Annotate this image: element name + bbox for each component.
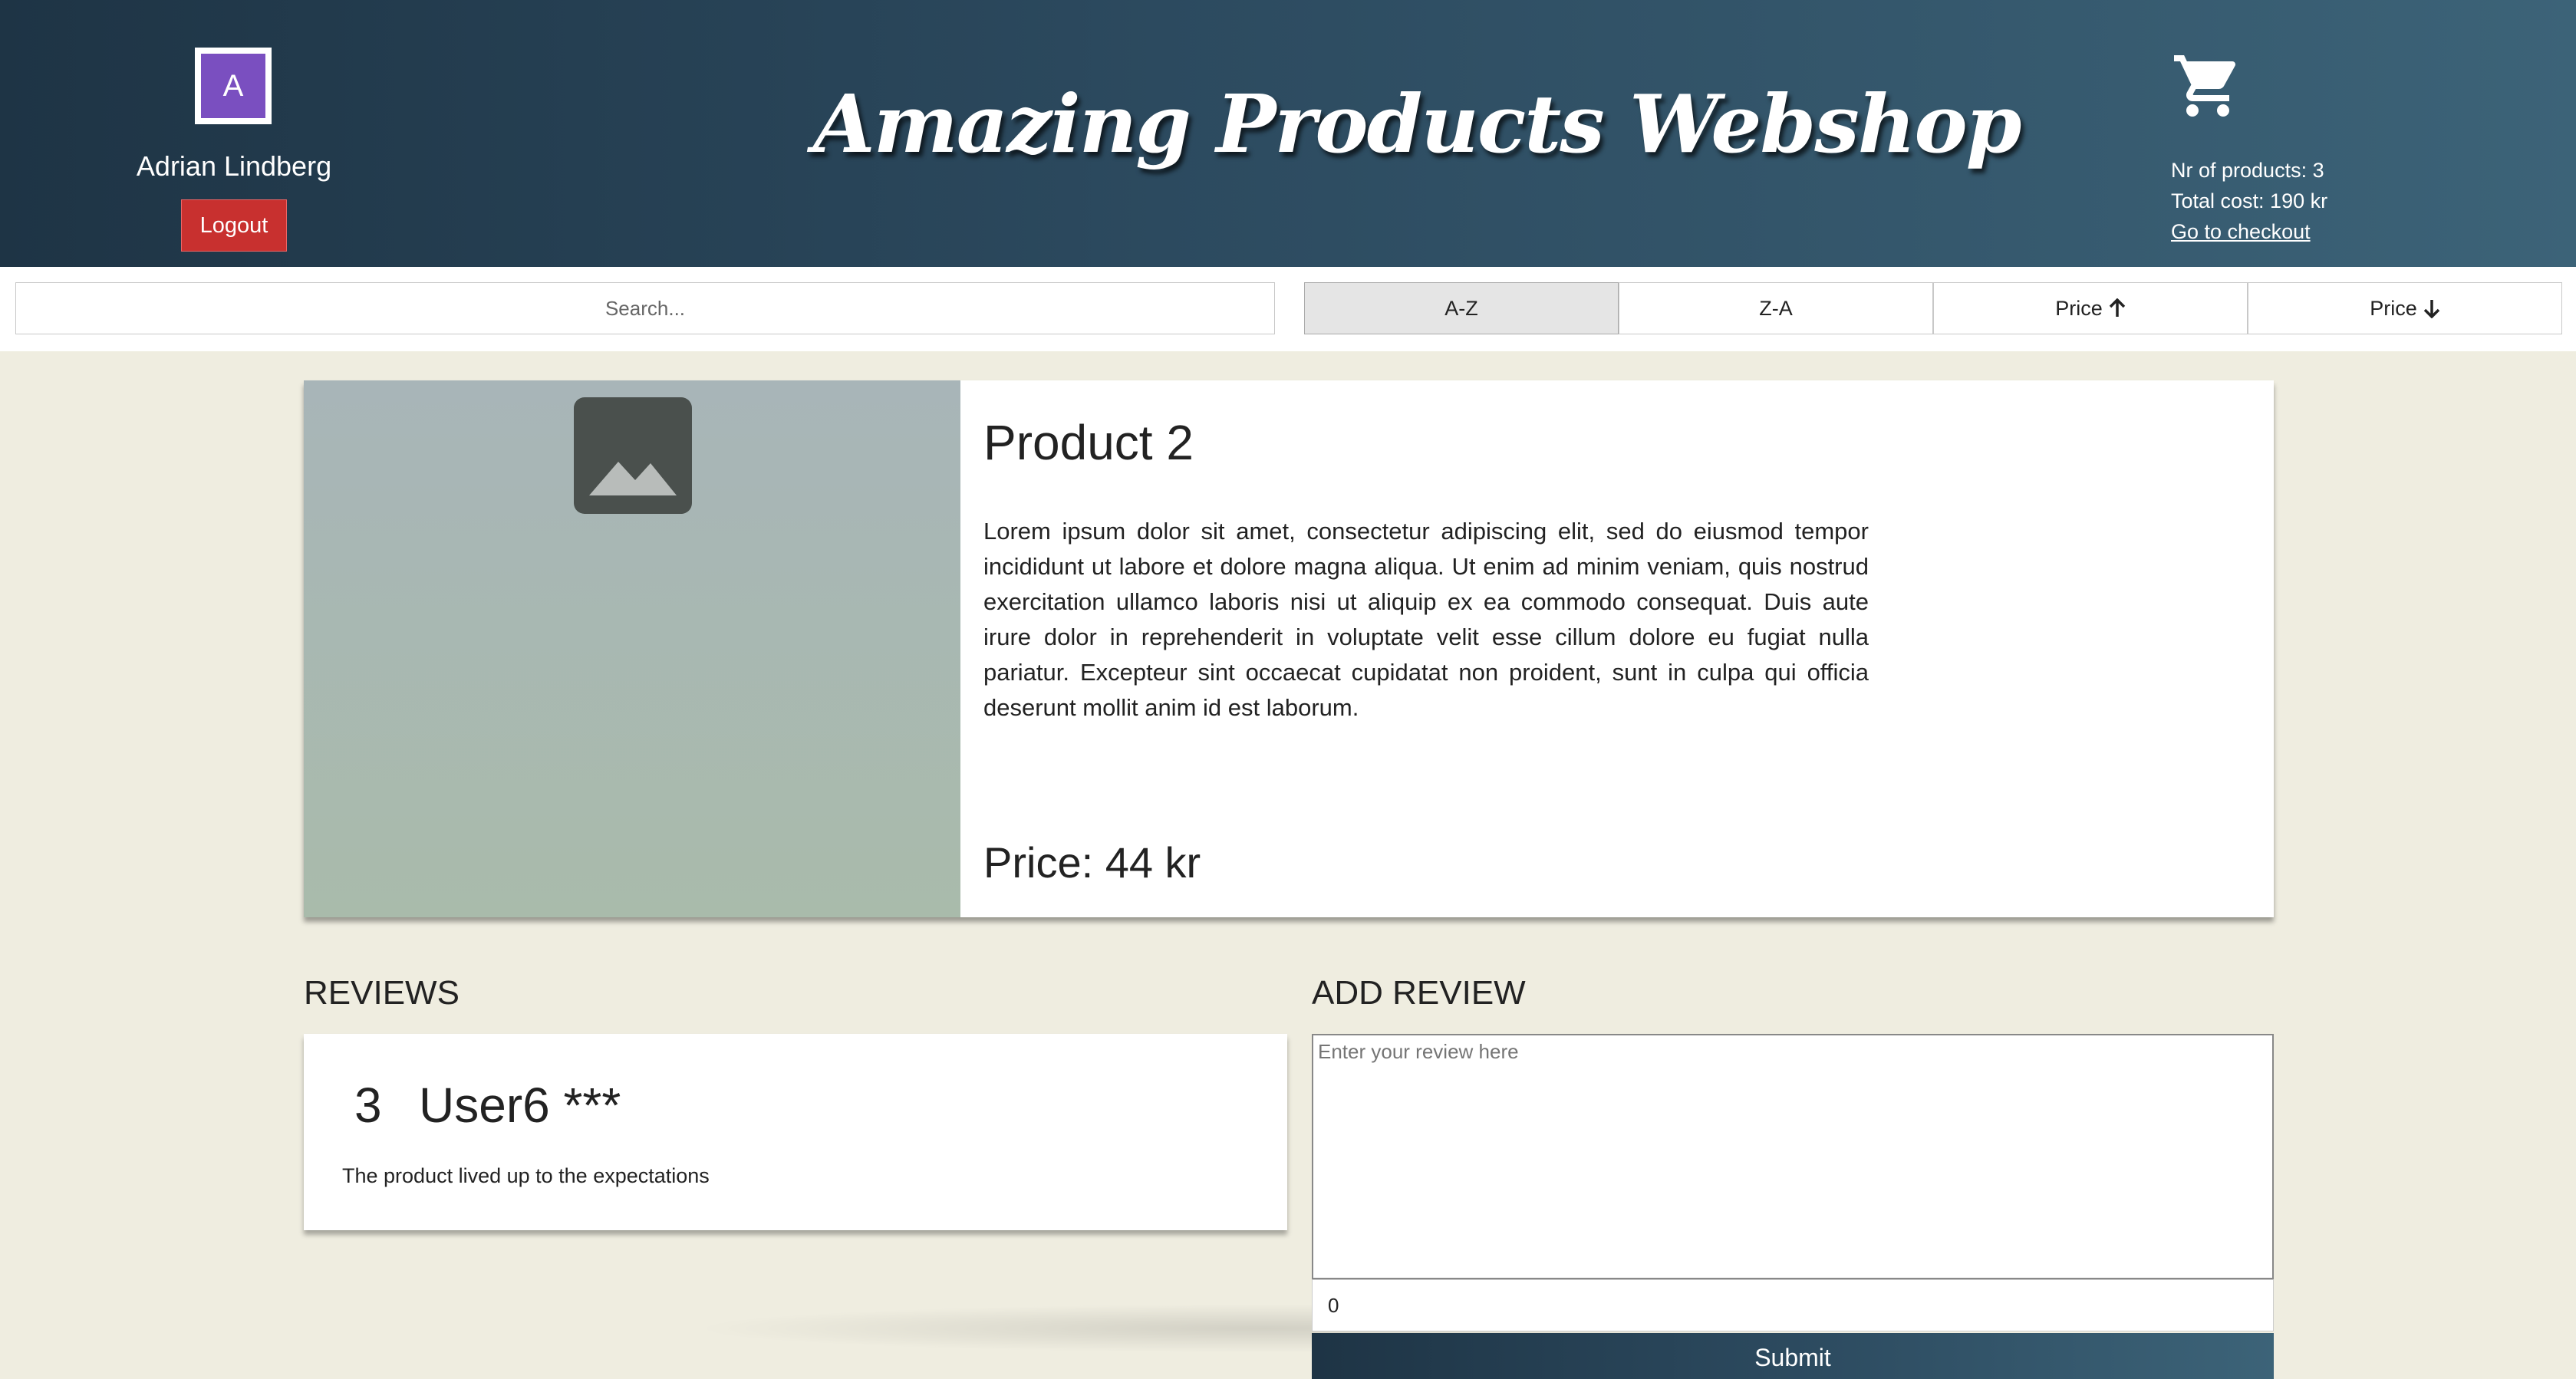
review-card: 3 User6 *** The product lived up to the … — [304, 1034, 1287, 1230]
avatar[interactable]: A — [195, 48, 272, 124]
sort-az-label: A-Z — [1444, 296, 1478, 320]
cart-product-count: Nr of products: 3 — [2171, 159, 2324, 182]
sort-za-label: Z-A — [1759, 296, 1793, 320]
logout-button[interactable]: Logout — [181, 199, 287, 252]
search-input[interactable] — [15, 282, 1275, 334]
toolbar: A-Z Z-A Price Price — [0, 267, 2576, 351]
product-price: Price: 44 kr — [983, 838, 1201, 887]
arrow-up-icon — [2109, 298, 2125, 317]
add-review-heading: ADD REVIEW — [1312, 974, 1526, 1012]
cart-total-cost: Total cost: 190 kr — [2171, 189, 2328, 212]
arrow-down-icon — [2423, 300, 2439, 318]
image-placeholder-icon — [574, 397, 692, 514]
sort-price-asc-button[interactable]: Price — [1933, 282, 2248, 334]
shopping-cart-icon[interactable] — [2171, 49, 2245, 123]
product-card: Product 2 Lorem ipsum dolor sit amet, co… — [304, 380, 2274, 917]
site-header: A Adrian Lindberg Logout Amazing Product… — [0, 0, 2576, 267]
review-text: The product lived up to the expectations — [342, 1164, 710, 1187]
review-textarea[interactable] — [1312, 1034, 2274, 1279]
sort-price-desc-label: Price — [2370, 296, 2417, 320]
product-description: Lorem ipsum dolor sit amet, consectetur … — [983, 518, 1869, 721]
sort-za-button[interactable]: Z-A — [1619, 282, 1933, 334]
checkout-link[interactable]: Go to checkout — [2171, 216, 2327, 247]
sort-price-desc-button[interactable]: Price — [2248, 282, 2562, 334]
review-user: User6 *** — [419, 1078, 621, 1133]
rating-input[interactable] — [1312, 1279, 2274, 1331]
cart-summary: Nr of products: 3 Total cost: 190 kr Go … — [2171, 155, 2327, 247]
site-title: Amazing Products Webshop — [813, 77, 2022, 171]
reviews-heading: REVIEWS — [304, 974, 460, 1012]
product-title: Product 2 — [983, 415, 1194, 470]
sort-price-asc-label: Price — [2055, 296, 2103, 320]
sort-az-button[interactable]: A-Z — [1304, 282, 1619, 334]
product-image — [304, 380, 960, 917]
submit-review-button[interactable]: Submit — [1312, 1333, 2274, 1379]
username: Adrian Lindberg — [136, 150, 332, 182]
review-rating: 3 — [354, 1078, 382, 1133]
avatar-letter: A — [201, 54, 265, 118]
